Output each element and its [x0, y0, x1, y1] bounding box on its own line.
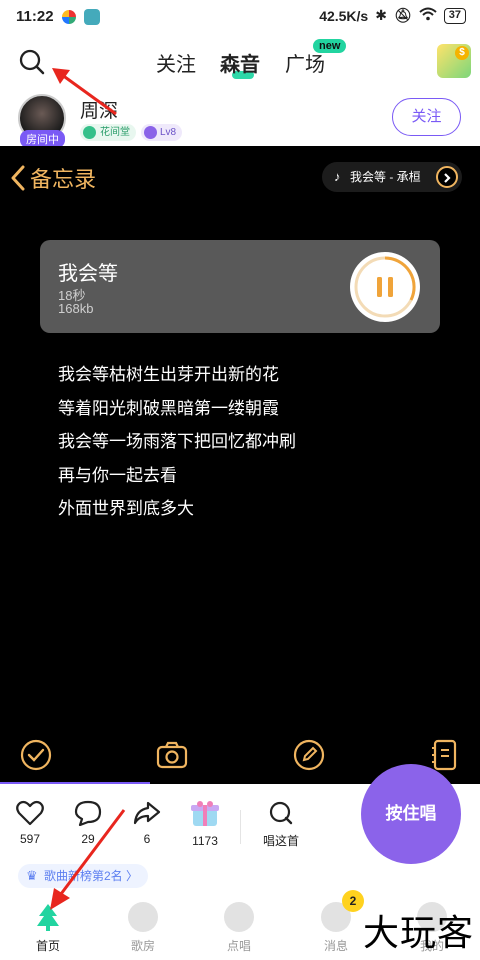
- check-circle-icon: [20, 739, 52, 771]
- sing-this-button[interactable]: 唱这首: [256, 800, 306, 849]
- audio-title: 我会等: [58, 263, 118, 285]
- music-note-icon: ♪: [334, 169, 341, 184]
- search-song-icon: [269, 801, 293, 825]
- action-bar: 597 29 6 1173 唱这首 按住唱: [0, 764, 480, 864]
- pause-icon: [354, 256, 416, 318]
- app-notification-icon-2: [84, 9, 100, 25]
- lyric-line: 我会等一场雨落下把回忆都冲刷: [58, 432, 296, 451]
- nav-item-home[interactable]: 首页: [13, 896, 83, 954]
- song-pill[interactable]: ♪ 我会等 - 承桓: [322, 162, 462, 192]
- nav-label-home: 首页: [35, 939, 60, 953]
- like-button[interactable]: 597: [5, 800, 55, 846]
- hold-to-sing-button[interactable]: 按住唱: [361, 764, 461, 864]
- gift-count: 1173: [192, 834, 218, 848]
- audio-size: 168kb: [58, 301, 94, 316]
- lyric-line: 外面世界到底多大: [58, 499, 194, 518]
- tree-icon: [37, 904, 59, 931]
- camera-icon: [156, 741, 188, 769]
- nav-item-song-room[interactable]: 歌房: [108, 896, 178, 954]
- sing-this-label: 唱这首: [262, 834, 299, 848]
- app-notification-icon: [62, 10, 76, 24]
- nav-item-request[interactable]: 点唱: [204, 896, 274, 954]
- chevron-left-icon: [11, 165, 25, 191]
- group-badge: 花间堂: [80, 124, 136, 141]
- share-icon: [133, 801, 161, 825]
- memo-title: 备忘录: [30, 167, 97, 192]
- notebook-button[interactable]: [428, 738, 462, 772]
- music-note-icon: [128, 902, 158, 932]
- divider: [240, 810, 241, 844]
- status-right: 42.5K/s ✱ 🔕︎ 37: [319, 7, 466, 24]
- camera-button[interactable]: [155, 738, 189, 772]
- level-badge: Lv8: [141, 124, 183, 141]
- pencil-icon: [293, 739, 325, 771]
- search-icon: [19, 49, 45, 75]
- microphone-icon: [224, 902, 254, 932]
- pause-button[interactable]: [350, 252, 420, 322]
- notebook-icon: [432, 739, 457, 771]
- battery-indicator: 37: [443, 7, 466, 24]
- heart-icon: [16, 800, 44, 826]
- nav-label-messages: 消息: [323, 939, 348, 953]
- rank-pill[interactable]: 歌曲新榜第2名 〉: [18, 864, 149, 888]
- status-time: 11:22: [16, 8, 54, 25]
- lyric-line: 我会等枯树生出芽开出新的花: [58, 365, 279, 384]
- lyrics: 我会等枯树生出芽开出新的花 等着阳光刺破黑暗第一缕朝霞 我会等一场雨落下把回忆都…: [58, 358, 296, 526]
- memo-back-button[interactable]: 备忘录: [10, 162, 96, 194]
- gift-box-icon: [191, 801, 219, 826]
- watermark: 大玩客: [362, 913, 474, 954]
- memo-stage: 备忘录 ♪ 我会等 - 承桓 我会等 18秒 168kb 我会等枯树生出芽开出新…: [0, 146, 480, 785]
- song-pill-label: 我会等 - 承桓: [350, 170, 421, 184]
- share-button[interactable]: 6: [122, 800, 172, 846]
- reward-icon[interactable]: [437, 44, 471, 78]
- network-speed: 42.5K/s: [319, 7, 369, 24]
- gift-button[interactable]: 1173: [180, 800, 230, 848]
- share-count: 6: [143, 832, 151, 846]
- new-badge: new: [313, 39, 347, 53]
- comment-icon: [74, 800, 102, 826]
- check-button[interactable]: [19, 738, 53, 772]
- arrow-right-icon[interactable]: [436, 166, 458, 188]
- wifi-icon: [419, 7, 437, 24]
- message-badge: 2: [342, 890, 364, 912]
- tab-senyin[interactable]: 森音: [220, 48, 260, 79]
- user-row: 房间中 周深 花间堂 Lv8 关注: [0, 90, 480, 148]
- top-nav: 关注 森音 广场 new: [0, 34, 480, 90]
- comment-count: 29: [81, 832, 95, 846]
- user-name[interactable]: 周深: [80, 96, 118, 123]
- lyric-line: 再与你一起去看: [58, 465, 177, 485]
- bluetooth-icon: ✱: [375, 7, 387, 23]
- nav-label-song-room: 歌房: [130, 939, 155, 953]
- edit-button[interactable]: [292, 738, 326, 772]
- nav-label-request: 点唱: [226, 939, 251, 953]
- tab-following[interactable]: 关注: [156, 48, 196, 77]
- comment-button[interactable]: 29: [63, 800, 113, 846]
- search-button[interactable]: [18, 48, 46, 76]
- audio-card[interactable]: 我会等 18秒 168kb: [40, 240, 440, 333]
- status-bar: 11:22 42.5K/s ✱ 🔕︎ 37: [0, 0, 480, 34]
- like-count: 597: [19, 832, 41, 846]
- mute-bell-icon: 🔕︎: [393, 7, 412, 23]
- lyric-line: 等着阳光刺破黑暗第一缕朝霞: [58, 398, 279, 418]
- follow-button[interactable]: 关注: [392, 98, 461, 136]
